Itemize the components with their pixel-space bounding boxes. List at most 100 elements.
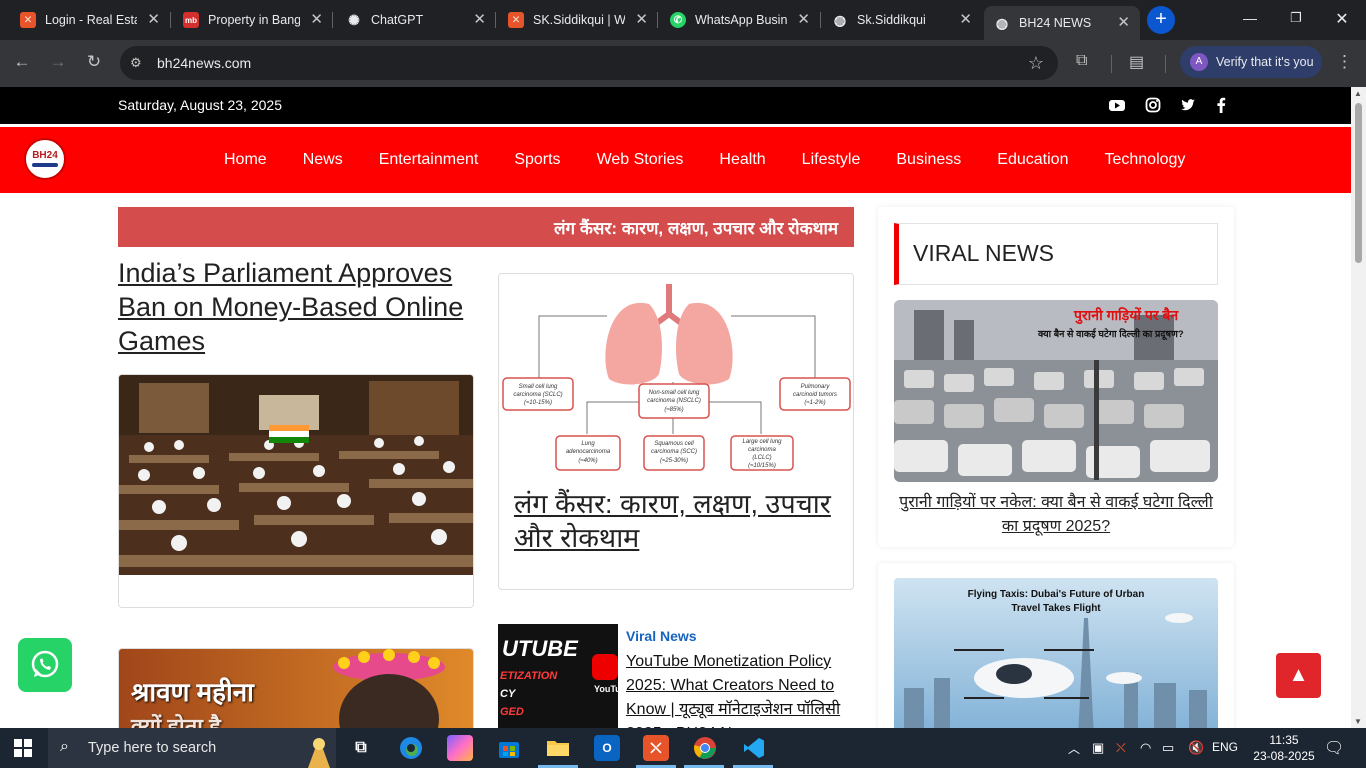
youtube-policy-thumbnail[interactable]: UTUBE ETIZATION CY GED YouTu — [498, 624, 618, 728]
youtube-policy-title-link[interactable]: YouTube Monetization Policy 2025: What C… — [626, 650, 854, 728]
file-explorer-icon[interactable] — [545, 735, 571, 761]
tray-chevron-icon[interactable]: ︿ — [1068, 740, 1080, 757]
youtube-icon[interactable] — [1109, 97, 1125, 113]
nav-health[interactable]: Health — [701, 151, 783, 169]
nav-lifestyle[interactable]: Lifestyle — [784, 151, 879, 169]
forward-icon[interactable]: → — [47, 52, 69, 72]
wifi-icon[interactable]: ◠ — [1140, 740, 1151, 756]
nav-business[interactable]: Business — [878, 151, 979, 169]
extensions-icon[interactable]: ⧉ — [1076, 52, 1087, 70]
close-window-icon[interactable]: ✕ — [1332, 9, 1352, 29]
close-tab-icon[interactable]: ✕ — [473, 12, 486, 28]
site-logo[interactable]: BH24 — [24, 138, 66, 180]
viral-news-category[interactable]: Viral News — [626, 628, 697, 644]
vscode-icon[interactable] — [741, 735, 767, 761]
scrollbar-thumb[interactable] — [1355, 103, 1362, 263]
tab-bh24-news[interactable]: ◍ BH24 NEWS ✕ — [984, 6, 1140, 40]
back-icon[interactable]: ← — [11, 52, 33, 72]
volume-muted-icon[interactable]: 🔇 — [1188, 740, 1204, 756]
nav-entertainment[interactable]: Entertainment — [361, 151, 497, 169]
new-tab-button[interactable]: + — [1147, 6, 1175, 34]
instagram-icon[interactable] — [1145, 97, 1161, 113]
main-navbar: BH24 Home News Entertainment Sports Web … — [0, 127, 1351, 193]
main-menu: Home News Entertainment Sports Web Stori… — [206, 127, 1203, 193]
nav-sports[interactable]: Sports — [496, 151, 578, 169]
nav-education[interactable]: Education — [979, 151, 1086, 169]
taskbar-clock[interactable]: 11:35 23-08-2025 — [1252, 732, 1316, 764]
tab-chatgpt[interactable]: ✺ ChatGPT ✕ — [326, 0, 496, 40]
whatsapp-chat-button[interactable] — [18, 638, 72, 692]
tab-sk-siddikqui[interactable]: ◍ Sk.Siddikqui ✕ — [812, 0, 982, 40]
restore-icon[interactable]: ❐ — [1286, 10, 1306, 26]
scroll-to-top-button[interactable]: ▲ — [1276, 653, 1321, 698]
lung-cancer-title-link[interactable]: लंग कैंसर: कारण, लक्षण, उपचार और रोकथाम — [514, 487, 834, 555]
shravan-text: श्रावण महीना — [131, 677, 254, 707]
nav-technology[interactable]: Technology — [1086, 151, 1203, 169]
news-ticker[interactable]: लंग कैंसर: कारण, लक्षण, उपचार और रोकथाम — [118, 207, 854, 247]
edge-icon[interactable] — [398, 735, 424, 761]
parliament-image[interactable] — [119, 375, 474, 575]
language-indicator[interactable]: ENG — [1212, 740, 1238, 754]
lung-cancer-article-card[interactable]: Small cell lung carcinoma (SCLC) (≈10-15%)… — [498, 273, 854, 590]
tab-search-icon[interactable]: ▤ — [1129, 52, 1144, 72]
nav-news[interactable]: News — [285, 151, 361, 169]
taskbar-search-box[interactable]: ⌕ Type here to search — [48, 728, 336, 768]
xampp-icon[interactable]: ⛌ — [643, 735, 669, 761]
viral-news-heading-box: VIRAL NEWS — [894, 223, 1218, 285]
shravan-article-card[interactable]: श्रावण महीना क्यों होता है — [118, 648, 474, 728]
close-tab-icon[interactable]: ✕ — [310, 12, 323, 28]
url-text[interactable]: bh24news.com — [157, 55, 251, 71]
scroll-down-arrow-icon[interactable]: ▼ — [1354, 717, 1362, 726]
tab-login-real-estate[interactable]: ⛌ Login - Real Estat ✕ — [0, 0, 170, 40]
nav-web-stories[interactable]: Web Stories — [579, 151, 702, 169]
windows-start-icon[interactable] — [14, 739, 32, 757]
close-tab-icon[interactable]: ✕ — [1117, 15, 1130, 31]
xampp-favicon-icon: ⛌ — [20, 12, 36, 28]
verify-profile-button[interactable]: A Verify that it's you — [1180, 46, 1322, 78]
facebook-icon[interactable] — [1213, 97, 1229, 113]
close-tab-icon[interactable]: ✕ — [797, 12, 810, 28]
tab-property-in-bangalore[interactable]: mb Property in Bang ✕ — [163, 0, 333, 40]
yt-thumb-sub3: GED — [500, 706, 524, 718]
current-date: Saturday, August 23, 2025 — [118, 97, 282, 113]
copilot-icon[interactable] — [447, 735, 473, 761]
site-info-icon[interactable]: ⚙ — [130, 55, 146, 71]
reload-icon[interactable]: ↻ — [83, 52, 105, 72]
flying-taxis-image[interactable]: Flying Taxis: Dubai's Future of Urban Tr… — [894, 578, 1218, 728]
viral-news-widget: VIRAL NEWS पुरानी गाड़ियों पर बैन क्या ब… — [878, 207, 1234, 547]
tray-device-icon[interactable]: ▣ — [1092, 740, 1104, 756]
store-icon[interactable] — [496, 735, 522, 761]
ticker-text[interactable]: लंग कैंसर: कारण, लक्षण, उपचार और रोकथाम — [554, 216, 838, 239]
whatsapp-favicon-icon: ✆ — [670, 12, 686, 28]
old-vehicles-ban-image[interactable]: पुरानी गाड़ियों पर बैन क्या बैन से वाकई … — [894, 300, 1218, 482]
sclc-label: Small cell lung — [519, 384, 558, 390]
task-view-icon[interactable]: ⧉ — [348, 735, 374, 761]
main-headline-link[interactable]: India’s Parliament Approves Ban on Money… — [118, 256, 478, 358]
adeno-label-2: adenocarcinoma — [566, 449, 611, 455]
parliament-article-card[interactable] — [118, 374, 474, 608]
lung-cancer-diagram[interactable]: Small cell lung carcinoma (SCLC) (≈10-15%)… — [499, 274, 854, 474]
tray-xampp-icon[interactable]: ⛌ — [1116, 740, 1126, 756]
notification-icon[interactable]: 🗨 — [1324, 738, 1344, 758]
close-tab-icon[interactable]: ✕ — [959, 12, 972, 28]
windows-taskbar: ⌕ Type here to search ⧉ O ⛌ ︿ ▣ ⛌ ◠ ▭ 🔇 … — [0, 728, 1366, 768]
battery-icon[interactable]: ▭ — [1162, 740, 1174, 756]
logo-text: BH24 — [32, 150, 58, 161]
twitter-icon[interactable] — [1180, 97, 1196, 113]
minimize-icon[interactable]: — — [1240, 10, 1260, 26]
sclc-label-3: (≈10-15%) — [524, 400, 552, 406]
nav-home[interactable]: Home — [206, 151, 285, 169]
tab-whatsapp-business[interactable]: ✆ WhatsApp Busine ✕ — [650, 0, 820, 40]
large-label: Large cell lung — [742, 439, 782, 445]
page-scrollbar[interactable]: ▲ ▼ — [1351, 87, 1366, 728]
tab-sk-siddikqui-web[interactable]: ⛌ SK.Siddikqui | We ✕ — [488, 0, 658, 40]
chrome-icon[interactable] — [692, 735, 718, 761]
menu-kebab-icon[interactable]: ⋮ — [1336, 52, 1353, 72]
bookmark-star-icon[interactable]: ☆ — [1028, 53, 1044, 74]
address-bar[interactable]: ⚙ bh24news.com ☆ — [120, 46, 1058, 80]
close-tab-icon[interactable]: ✕ — [635, 12, 648, 28]
outlook-icon[interactable]: O — [594, 735, 620, 761]
scroll-up-arrow-icon[interactable]: ▲ — [1354, 89, 1362, 98]
close-tab-icon[interactable]: ✕ — [147, 12, 160, 28]
old-vehicles-ban-title-link[interactable]: पुरानी गाड़ियों पर नकेल: क्या बैन से वाक… — [894, 491, 1218, 539]
